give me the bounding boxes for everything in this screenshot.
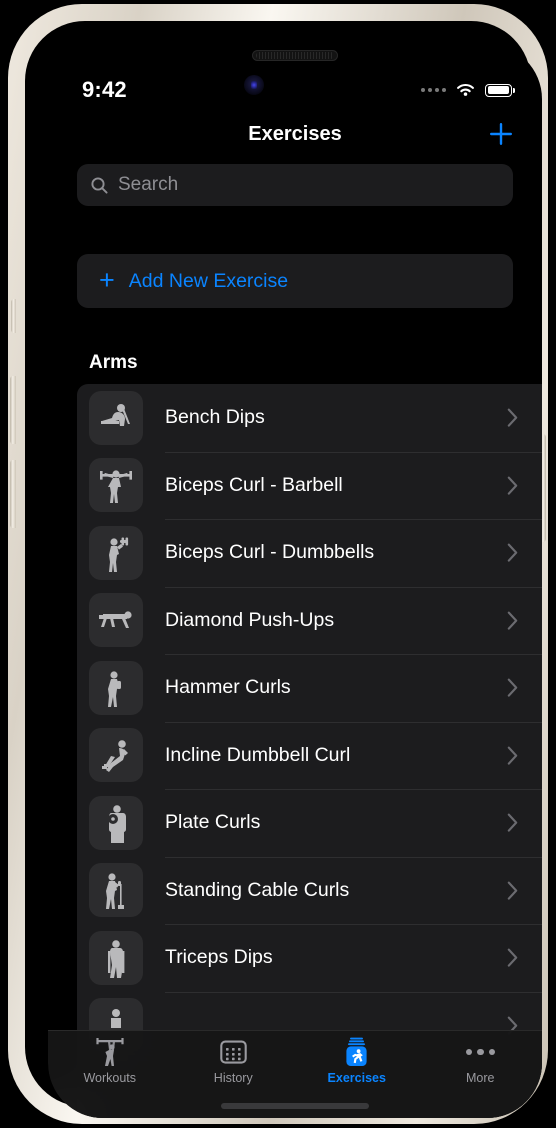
volume-down-button[interactable] [10, 460, 16, 528]
chevron-right-icon [507, 678, 518, 697]
add-new-exercise-label: Add New Exercise [128, 269, 289, 292]
exercise-name: Bench Dips [165, 406, 265, 429]
barbell-lift-icon [93, 1037, 127, 1067]
page-title: Exercises [248, 122, 342, 145]
dumbbell-curl-figure-icon [89, 525, 143, 580]
silent-switch-button[interactable] [11, 299, 16, 333]
search-icon [91, 176, 108, 194]
exercise-name: Biceps Curl - Dumbbells [165, 541, 375, 564]
home-indicator[interactable] [221, 1103, 369, 1109]
navigation-bar: Exercises [48, 110, 542, 158]
ellipsis-icon [465, 1037, 495, 1067]
exercise-name: Incline Dumbbell Curl [165, 743, 351, 766]
bench-dips-figure-icon [89, 390, 143, 445]
status-bar-indicators [421, 83, 515, 98]
exercise-name: Plate Curls [165, 811, 261, 834]
exercise-name: Hammer Curls [165, 676, 291, 699]
search-bar[interactable] [77, 164, 513, 206]
add-exercise-nav-button[interactable] [484, 117, 518, 151]
wifi-icon [457, 83, 474, 96]
incline-curl-figure-icon [89, 728, 143, 783]
battery-full-icon [485, 83, 515, 97]
list-item[interactable]: Bench Dips [77, 384, 542, 452]
search-input[interactable] [118, 174, 500, 196]
list-item[interactable]: Incline Dumbbell Curl [77, 721, 542, 790]
search-bar-container [48, 164, 542, 206]
tab-label: Workouts [83, 1071, 137, 1085]
plus-icon: + [99, 264, 115, 295]
chevron-right-icon [507, 948, 518, 967]
chevron-right-icon [507, 408, 518, 427]
list-item[interactable]: Diamond Push-Ups [77, 586, 542, 655]
plus-icon [490, 123, 512, 145]
list-item[interactable]: Biceps Curl - Barbell [77, 451, 542, 520]
device-screen: 9:42 Exercises Search + Add New Exercise… [48, 44, 542, 1118]
exercise-name: Standing Cable Curls [165, 878, 350, 901]
exercise-name: Biceps Curl - Barbell [165, 473, 343, 496]
hammer-curl-figure-icon [89, 660, 143, 715]
chevron-right-icon [507, 813, 518, 832]
chevron-right-icon [507, 746, 518, 765]
status-bar-time: 9:42 [82, 77, 127, 102]
tab-label: More [466, 1071, 495, 1085]
exercise-name: Diamond Push-Ups [165, 608, 335, 631]
list-item[interactable]: Biceps Curl - Dumbbells [77, 519, 542, 587]
plate-curl-figure-icon [89, 795, 143, 850]
tab-exercises[interactable]: Exercises [295, 1037, 419, 1085]
exercise-jar-runner-icon [343, 1037, 370, 1067]
chevron-right-icon [507, 476, 518, 495]
tab-label: Exercises [327, 1071, 386, 1085]
screenshot-root: 9:42 Exercises Search + Add New Exercise… [0, 0, 556, 1128]
chevron-right-icon [507, 611, 518, 630]
signal-dots-icon [421, 88, 446, 92]
volume-up-button[interactable] [10, 376, 16, 444]
list-item[interactable]: Hammer Curls [77, 654, 542, 722]
list-item[interactable]: Standing Cable Curls [77, 856, 542, 925]
list-item[interactable]: Plate Curls [77, 789, 542, 857]
status-bar: 9:42 [48, 44, 542, 110]
add-new-exercise-container: + Add New Exercise [48, 254, 542, 308]
chevron-right-icon [507, 881, 518, 900]
tab-label: History [213, 1071, 253, 1085]
cable-curl-figure-icon [89, 863, 143, 918]
tab-workouts[interactable]: Workouts [48, 1037, 172, 1085]
add-new-exercise-button[interactable]: + Add New Exercise [77, 254, 513, 308]
section-header-arms: Arms [89, 352, 138, 373]
tab-history[interactable]: History [172, 1037, 296, 1085]
calendar-icon [219, 1037, 247, 1067]
chevron-right-icon [507, 543, 518, 562]
tab-more[interactable]: More [419, 1037, 543, 1085]
device-bezel: 9:42 Exercises Search + Add New Exercise… [25, 21, 542, 1118]
list-item[interactable]: Triceps Dips [77, 924, 542, 992]
iphone-device-frame: 9:42 Exercises Search + Add New Exercise… [8, 4, 548, 1124]
exercise-name: Triceps Dips [165, 946, 273, 969]
exercise-list[interactable]: Bench Dips Biceps Curl - Barbell Biceps … [77, 384, 542, 1118]
triceps-dips-figure-icon [89, 930, 143, 985]
pushup-figure-icon [89, 593, 143, 648]
barbell-curl-figure-icon [89, 458, 143, 513]
